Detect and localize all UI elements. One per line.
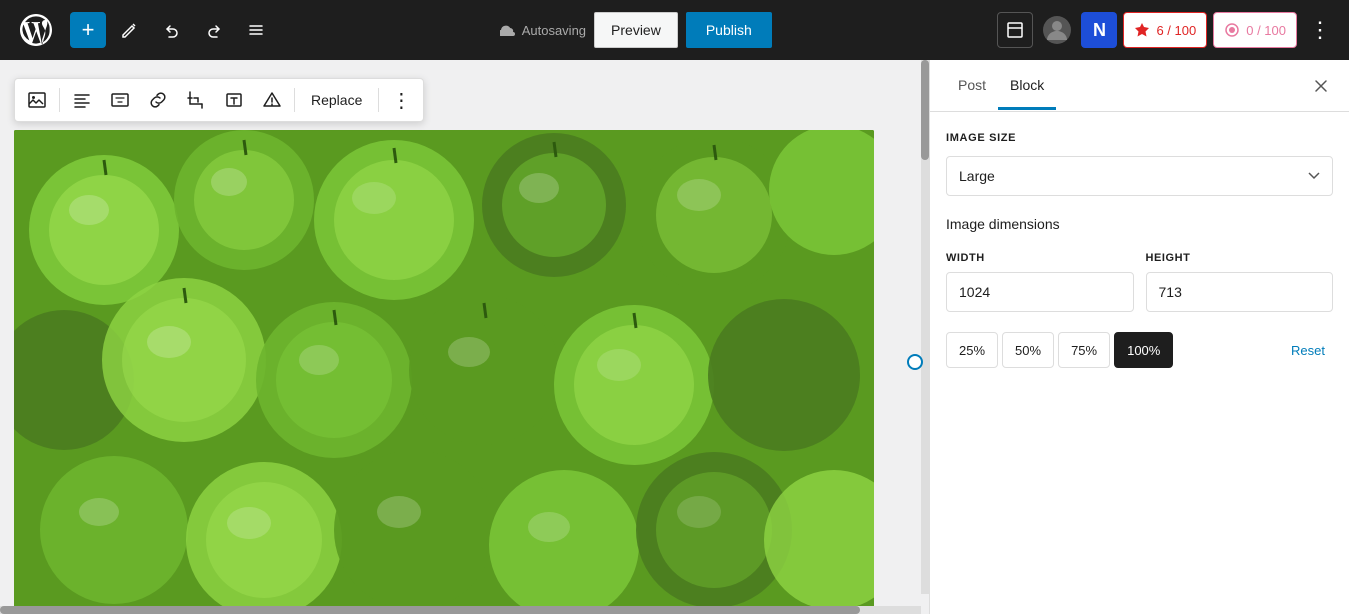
undo-button[interactable]: [154, 12, 190, 48]
image-toolbar: Replace ⋮: [14, 78, 424, 122]
sidebar-tabs: Post Block: [930, 60, 1349, 112]
image-size-label: IMAGE SIZE: [946, 132, 1333, 144]
warning-icon: [262, 90, 282, 110]
undo-icon: [163, 21, 181, 39]
vertical-scrollbar-thumb[interactable]: [921, 60, 929, 160]
pct-75-button[interactable]: 75%: [1058, 332, 1110, 368]
publish-button[interactable]: Publish: [686, 12, 772, 48]
tab-post[interactable]: Post: [946, 63, 998, 110]
sidebar: Post Block IMAGE SIZE Large Medium Small…: [929, 60, 1349, 614]
align-center-button[interactable]: [102, 82, 138, 118]
more-options-button[interactable]: ⋮: [1303, 17, 1337, 43]
autosave-label: Autosaving: [522, 23, 586, 38]
sidebar-close-button[interactable]: [1305, 70, 1337, 102]
apple-svg: [14, 130, 874, 614]
readability-icon: [1224, 22, 1240, 38]
edit-button[interactable]: [112, 12, 148, 48]
percent-row: 25% 50% 75% 100% Reset: [946, 332, 1333, 368]
editor-area: Replace ⋮: [0, 60, 929, 614]
horizontal-scrollbar-thumb[interactable]: [0, 606, 860, 614]
vertical-scrollbar[interactable]: [921, 60, 929, 594]
toolbar-divider-2: [294, 88, 295, 112]
add-button[interactable]: +: [70, 12, 106, 48]
n-plugin-button[interactable]: N: [1081, 12, 1117, 48]
main-content: Replace ⋮: [0, 60, 1349, 614]
toolbar-center: Autosaving Preview Publish: [280, 12, 991, 48]
width-label: WIDTH: [946, 252, 1134, 264]
avatar-button[interactable]: [1039, 12, 1075, 48]
link-button[interactable]: [140, 82, 176, 118]
pct-50-button[interactable]: 50%: [1002, 332, 1054, 368]
pct-25-button[interactable]: 25%: [946, 332, 998, 368]
seo-score-label: 6 / 100: [1156, 23, 1196, 38]
image-dimensions-heading: Image dimensions: [946, 216, 1333, 232]
tab-block[interactable]: Block: [998, 63, 1056, 110]
close-icon: [1311, 76, 1331, 96]
link-icon: [148, 90, 168, 110]
view-toggle-icon: [1006, 21, 1024, 39]
width-group: WIDTH: [946, 252, 1134, 312]
autosave-status: Autosaving: [500, 22, 586, 38]
crop-icon: [186, 90, 206, 110]
image-icon-button[interactable]: [19, 82, 55, 118]
redo-icon: [205, 21, 223, 39]
list-view-icon: [247, 21, 265, 39]
seo-icon: [1134, 22, 1150, 38]
toolbar-divider-3: [378, 88, 379, 112]
list-view-button[interactable]: [238, 12, 274, 48]
align-left-icon: [72, 90, 92, 110]
toolbar-divider-1: [59, 88, 60, 112]
wp-icon: [20, 14, 52, 46]
redo-button[interactable]: [196, 12, 232, 48]
crop-button[interactable]: [178, 82, 214, 118]
wp-logo[interactable]: [12, 0, 60, 60]
seo-score-button[interactable]: 6 / 100: [1123, 12, 1207, 48]
main-toolbar: + Autosaving Preview Publish: [0, 0, 1349, 60]
align-left-button[interactable]: [64, 82, 100, 118]
text-button[interactable]: [216, 82, 252, 118]
text-icon: [224, 90, 244, 110]
image-more-button[interactable]: ⋮: [383, 82, 419, 118]
size-select-wrapper: Large Medium Small Thumbnail Full Size: [946, 156, 1333, 196]
edit-icon: [121, 21, 139, 39]
readability-score-button[interactable]: 0 / 100: [1213, 12, 1297, 48]
replace-button[interactable]: Replace: [299, 88, 374, 112]
image-size-select[interactable]: Large Medium Small Thumbnail Full Size: [946, 156, 1333, 196]
width-input[interactable]: [946, 272, 1134, 312]
reset-button[interactable]: Reset: [1283, 339, 1333, 362]
image-icon: [27, 90, 47, 110]
image-container[interactable]: [14, 130, 915, 594]
dimensions-row: WIDTH HEIGHT: [946, 252, 1333, 312]
align-center-icon: [110, 90, 130, 110]
pct-100-button[interactable]: 100%: [1114, 332, 1173, 368]
preview-button[interactable]: Preview: [594, 12, 678, 48]
height-label: HEIGHT: [1146, 252, 1334, 264]
height-group: HEIGHT: [1146, 252, 1334, 312]
avatar-icon: [1041, 14, 1073, 46]
resize-handle[interactable]: [907, 354, 923, 370]
sidebar-content: IMAGE SIZE Large Medium Small Thumbnail …: [930, 112, 1349, 614]
apple-image: [14, 130, 874, 614]
height-input[interactable]: [1146, 272, 1334, 312]
horizontal-scrollbar[interactable]: [0, 606, 921, 614]
readability-score-label: 0 / 100: [1246, 23, 1286, 38]
cloud-icon: [500, 22, 516, 38]
warning-button[interactable]: [254, 82, 290, 118]
view-toggle-button[interactable]: [997, 12, 1033, 48]
